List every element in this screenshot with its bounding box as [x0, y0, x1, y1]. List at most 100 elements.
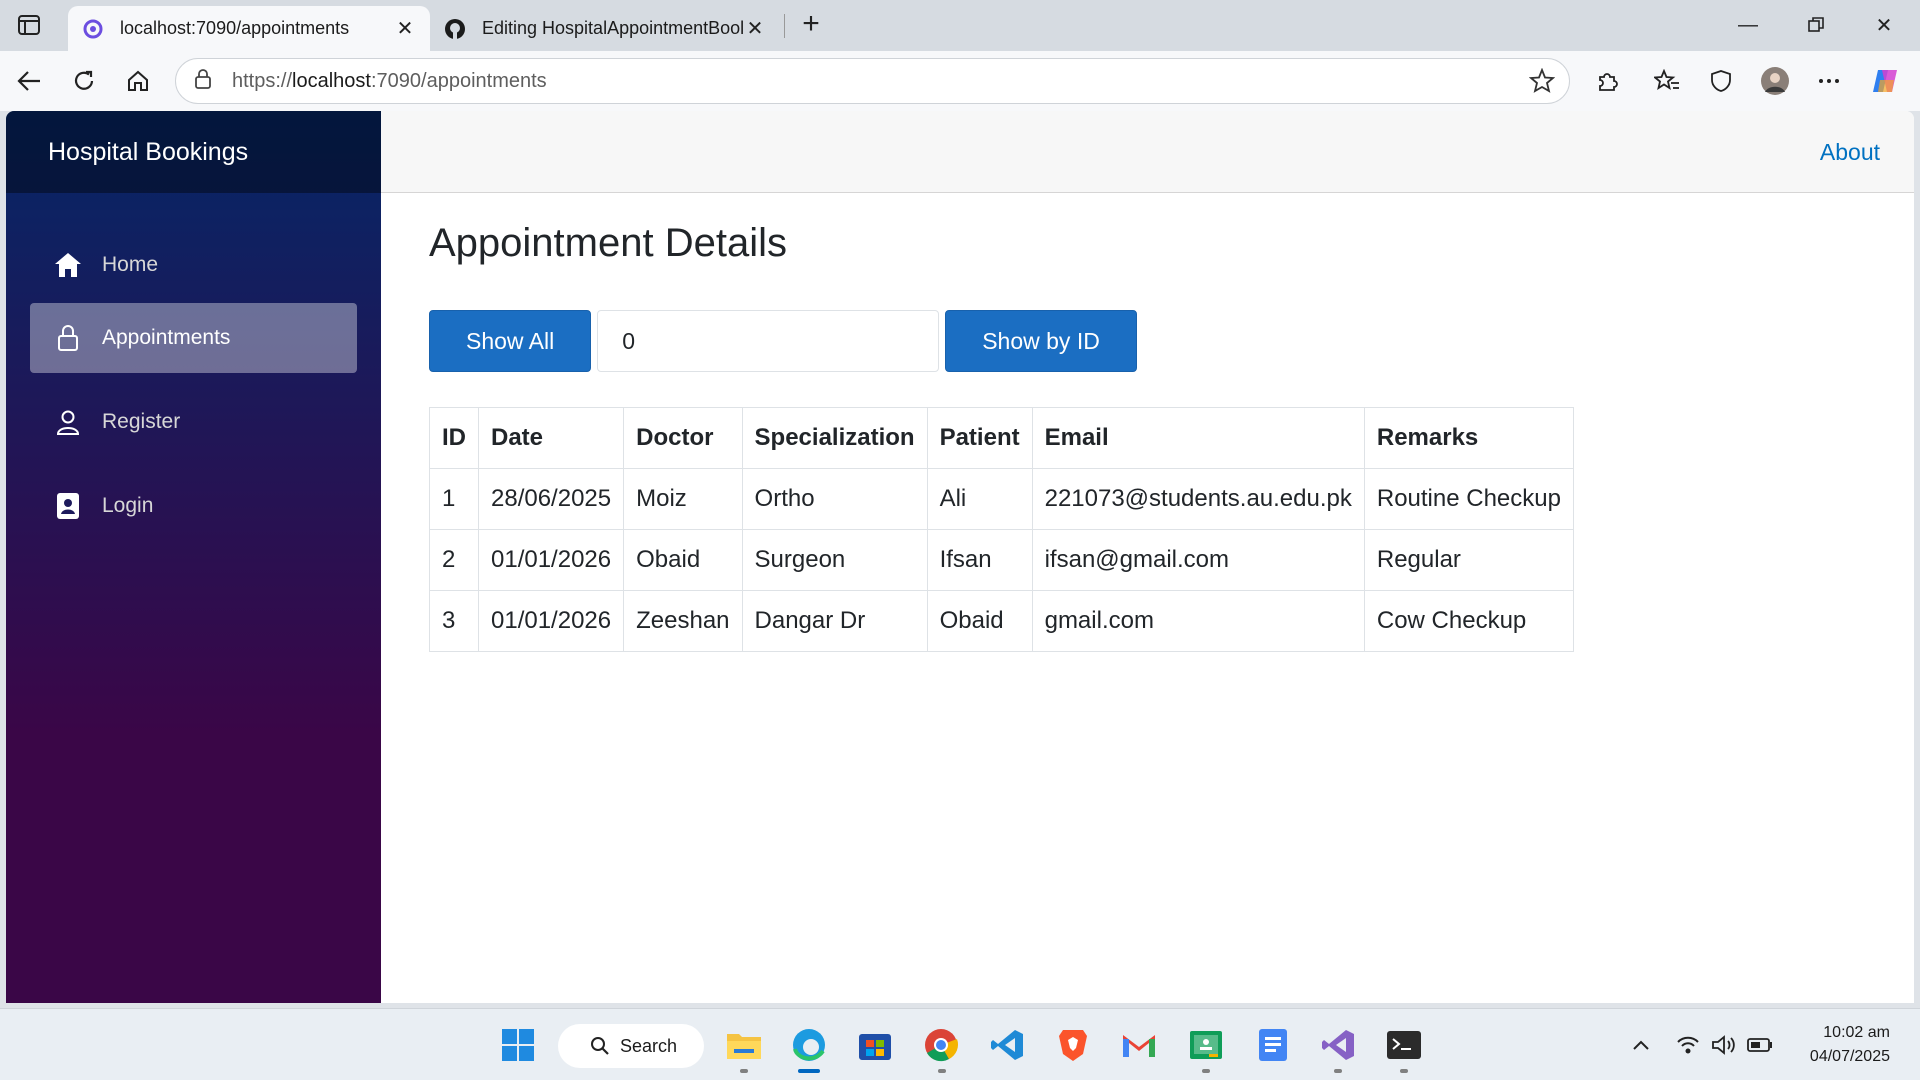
table-cell: 28/06/2025: [477, 468, 625, 530]
table-cell: gmail.com: [1031, 590, 1365, 652]
close-tab-icon[interactable]: ✕: [394, 18, 416, 40]
visual-studio-icon[interactable]: [1318, 1025, 1358, 1065]
close-window-icon[interactable]: ✕: [1864, 8, 1904, 42]
show-all-button[interactable]: Show All: [429, 310, 592, 372]
table-cell: Dangar Dr: [741, 590, 928, 652]
favorites-icon[interactable]: [1650, 64, 1684, 98]
main-content: Appointment Details: [429, 221, 787, 266]
microsoft-store-icon[interactable]: [855, 1025, 895, 1065]
appointments-table: ID Date Doctor Specialization Patient Em…: [429, 407, 1574, 652]
column-header: Doctor: [623, 407, 743, 469]
table-cell: Cow Checkup: [1363, 590, 1574, 652]
start-windows-icon[interactable]: [498, 1025, 538, 1065]
url-text: https://localhost:7090/appointments: [232, 70, 547, 93]
brand-title[interactable]: Hospital Bookings: [6, 111, 381, 193]
table-cell: 1: [429, 468, 479, 530]
search-label: Search: [620, 1035, 678, 1056]
show-hidden-icons-chevron-icon[interactable]: [1627, 1031, 1655, 1059]
running-indicator: [1334, 1069, 1342, 1073]
column-header: ID: [429, 407, 479, 469]
terminal-icon[interactable]: [1384, 1025, 1424, 1065]
column-header: Date: [477, 407, 625, 469]
new-tab-icon[interactable]: +: [796, 9, 826, 40]
copilot-icon[interactable]: [1868, 64, 1902, 98]
running-indicator: [1400, 1069, 1408, 1073]
table-cell: Moiz: [623, 468, 743, 530]
minimize-icon[interactable]: —: [1728, 8, 1768, 42]
taskbar: Search 10:02 am 04/07/2025: [0, 1008, 1920, 1080]
battery-icon[interactable]: [1746, 1031, 1774, 1059]
nav-label: Login: [102, 494, 154, 517]
running-indicator: [1202, 1069, 1210, 1073]
restore-icon[interactable]: [1796, 8, 1836, 42]
search-icon: [590, 1036, 610, 1056]
column-header: Patient: [926, 407, 1033, 469]
table-cell: 2: [429, 529, 479, 591]
home-browser-icon[interactable]: [121, 64, 155, 98]
tab-title: Editing HospitalAppointmentBool: [482, 18, 744, 38]
volume-icon[interactable]: [1710, 1031, 1738, 1059]
table-cell: Ortho: [741, 468, 928, 530]
table-cell: Zeeshan: [623, 590, 743, 652]
page-title: Appointment Details: [429, 221, 787, 265]
browser-tab-bar: localhost:7090/appointments ✕ Editing Ho…: [0, 0, 1920, 51]
site-info-icon[interactable]: [192, 68, 214, 95]
running-indicator: [740, 1069, 748, 1073]
nav-item-login[interactable]: Login: [30, 471, 357, 541]
table-cell: Surgeon: [741, 529, 928, 591]
brave-icon[interactable]: [1053, 1025, 1093, 1065]
more-options-icon[interactable]: [1812, 64, 1846, 98]
google-classroom-icon[interactable]: [1186, 1025, 1226, 1065]
wifi-icon[interactable]: [1674, 1031, 1702, 1059]
extensions-icon[interactable]: [1590, 64, 1624, 98]
url-prefix: https://: [232, 69, 293, 92]
top-row: About: [381, 111, 1914, 193]
browser-tab-active[interactable]: localhost:7090/appointments ✕: [68, 6, 430, 51]
table-cell: 01/01/2026: [477, 590, 625, 652]
taskbar-search[interactable]: Search: [558, 1024, 704, 1068]
browser-tab-inactive[interactable]: Editing HospitalAppointmentBool ✕: [430, 6, 780, 51]
about-link[interactable]: About: [1820, 139, 1880, 166]
nav-item-home[interactable]: Home: [30, 230, 357, 300]
table-cell: 221073@students.au.edu.pk: [1031, 468, 1365, 530]
column-header: Email: [1031, 407, 1365, 469]
table-cell: Regular: [1363, 529, 1574, 591]
appointment-id-input[interactable]: [597, 310, 940, 372]
browser-toolbar: https://localhost:7090/appointments: [0, 51, 1920, 111]
clock-time: 10:02 am: [1823, 1024, 1890, 1041]
table-row: 1 28/06/2025 Moiz Ortho Ali 221073@stude…: [429, 468, 1574, 530]
tab-actions-icon[interactable]: [16, 12, 42, 38]
active-app-indicator: [798, 1069, 820, 1073]
edge-browser-icon[interactable]: [789, 1025, 829, 1065]
file-explorer-icon[interactable]: [724, 1025, 764, 1065]
url-path: :7090/appointments: [370, 69, 547, 92]
gmail-icon[interactable]: [1119, 1025, 1159, 1065]
google-docs-icon[interactable]: [1253, 1025, 1293, 1065]
browser-essentials-shield-icon[interactable]: [1704, 64, 1738, 98]
address-bar[interactable]: https://localhost:7090/appointments: [175, 58, 1570, 104]
table-cell: Routine Checkup: [1363, 468, 1574, 530]
system-clock[interactable]: 10:02 am 04/07/2025: [1810, 1021, 1890, 1069]
table-cell: 01/01/2026: [477, 529, 625, 591]
running-indicator: [938, 1069, 946, 1073]
table-cell: Obaid: [623, 529, 743, 591]
column-header: Specialization: [741, 407, 928, 469]
close-tab-icon[interactable]: ✕: [744, 18, 766, 40]
nav-item-register[interactable]: Register: [30, 387, 357, 457]
appointment-controls: Show All Show by ID: [429, 310, 1137, 372]
person-icon: [54, 408, 82, 436]
show-by-id-button[interactable]: Show by ID: [945, 310, 1137, 372]
table-header-row: ID Date Doctor Specialization Patient Em…: [429, 407, 1574, 469]
chrome-icon[interactable]: [921, 1025, 961, 1065]
home-icon: [54, 251, 82, 279]
nav-item-appointments[interactable]: Appointments: [30, 303, 357, 373]
blazor-favicon-icon: [82, 18, 104, 40]
refresh-icon[interactable]: [67, 64, 101, 98]
vscode-icon[interactable]: [987, 1025, 1027, 1065]
favorite-star-icon[interactable]: [1528, 67, 1556, 99]
back-icon[interactable]: [12, 64, 46, 98]
page-viewport: Hospital Bookings Home Appointments Regi…: [6, 111, 1914, 1003]
nav-label: Home: [102, 253, 159, 276]
nav-label: Register: [102, 410, 181, 433]
profile-avatar[interactable]: [1758, 64, 1792, 98]
